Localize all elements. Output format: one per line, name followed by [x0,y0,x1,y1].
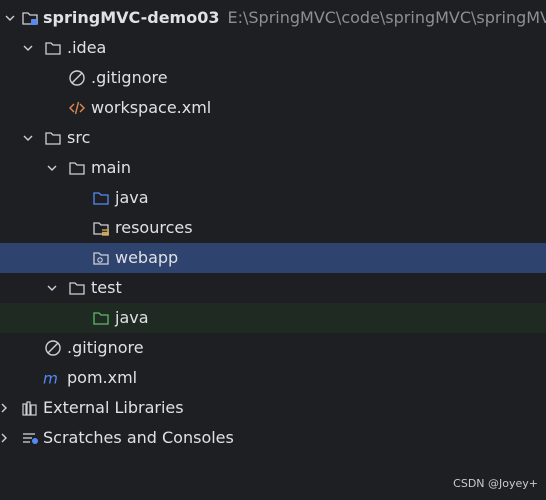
tree-row-scratches[interactable]: Scratches and Consoles [0,423,546,453]
chevron-down-icon[interactable] [20,40,36,56]
test-source-folder-icon [93,312,109,325]
src-label: src [67,128,91,147]
workspace-label: workspace.xml [91,98,212,117]
chevron-down-icon[interactable] [20,130,36,146]
xml-file-icon [69,101,85,115]
resources-folder-icon [93,222,109,236]
ignored-file-icon [69,70,85,86]
tree-row-pom[interactable]: m pom.xml [0,363,546,393]
scratches-icon [23,433,38,444]
pom-label: pom.xml [67,368,138,387]
gitignore-label: .gitignore [67,338,144,357]
project-label: springMVC-demo03 E:\SpringMVC\code\spring… [43,8,546,28]
webapp-label: webapp [115,248,179,267]
libraries-icon [22,401,37,416]
tree-row-src[interactable]: src [0,123,546,153]
folder-icon [69,282,85,295]
maven-icon: m [43,369,58,387]
chevron-down-icon[interactable] [44,160,60,176]
resources-label: resources [115,218,193,237]
tree-row-webapp[interactable]: webapp [0,243,546,273]
web-folder-icon [93,252,109,265]
external-libraries-label: External Libraries [43,398,184,417]
tree-row-java-test[interactable]: java [0,303,546,333]
project-path: E:\SpringMVC\code\springMVC\springMV [227,8,546,27]
source-folder-icon [93,192,109,205]
ignored-file-icon [45,340,61,356]
tree-row-java-main[interactable]: java [0,183,546,213]
tree-row-main[interactable]: main [0,153,546,183]
project-name: springMVC-demo03 [43,8,220,27]
tree-row-workspace[interactable]: workspace.xml [0,93,546,123]
svg-text:m: m [43,369,58,387]
idea-label: .idea [67,38,107,57]
chevron-down-icon[interactable] [2,10,18,26]
chevron-right-icon[interactable] [0,430,12,446]
folder-icon [69,162,85,175]
tree-row-test[interactable]: test [0,273,546,303]
project-tree: springMVC-demo03 E:\SpringMVC\code\spring… [0,3,546,453]
test-label: test [91,278,122,297]
chevron-right-icon[interactable] [0,400,12,416]
tree-row-resources[interactable]: resources [0,213,546,243]
folder-icon [45,132,61,145]
scratches-label: Scratches and Consoles [43,428,234,447]
chevron-down-icon[interactable] [44,280,60,296]
tree-row-external-libraries[interactable]: External Libraries [0,393,546,423]
tree-row-idea[interactable]: .idea [0,33,546,63]
tree-row-gitignore[interactable]: .gitignore [0,333,546,363]
java-test-label: java [115,308,149,327]
folder-icon [45,42,61,55]
watermark: CSDN @Joyey+ [453,477,538,490]
java-main-label: java [115,188,149,207]
idea-gitignore-label: .gitignore [91,68,168,87]
module-folder-icon [22,12,38,25]
tree-row-project[interactable]: springMVC-demo03 E:\SpringMVC\code\spring… [0,3,546,33]
tree-row-idea-gitignore[interactable]: .gitignore [0,63,546,93]
main-label: main [91,158,131,177]
